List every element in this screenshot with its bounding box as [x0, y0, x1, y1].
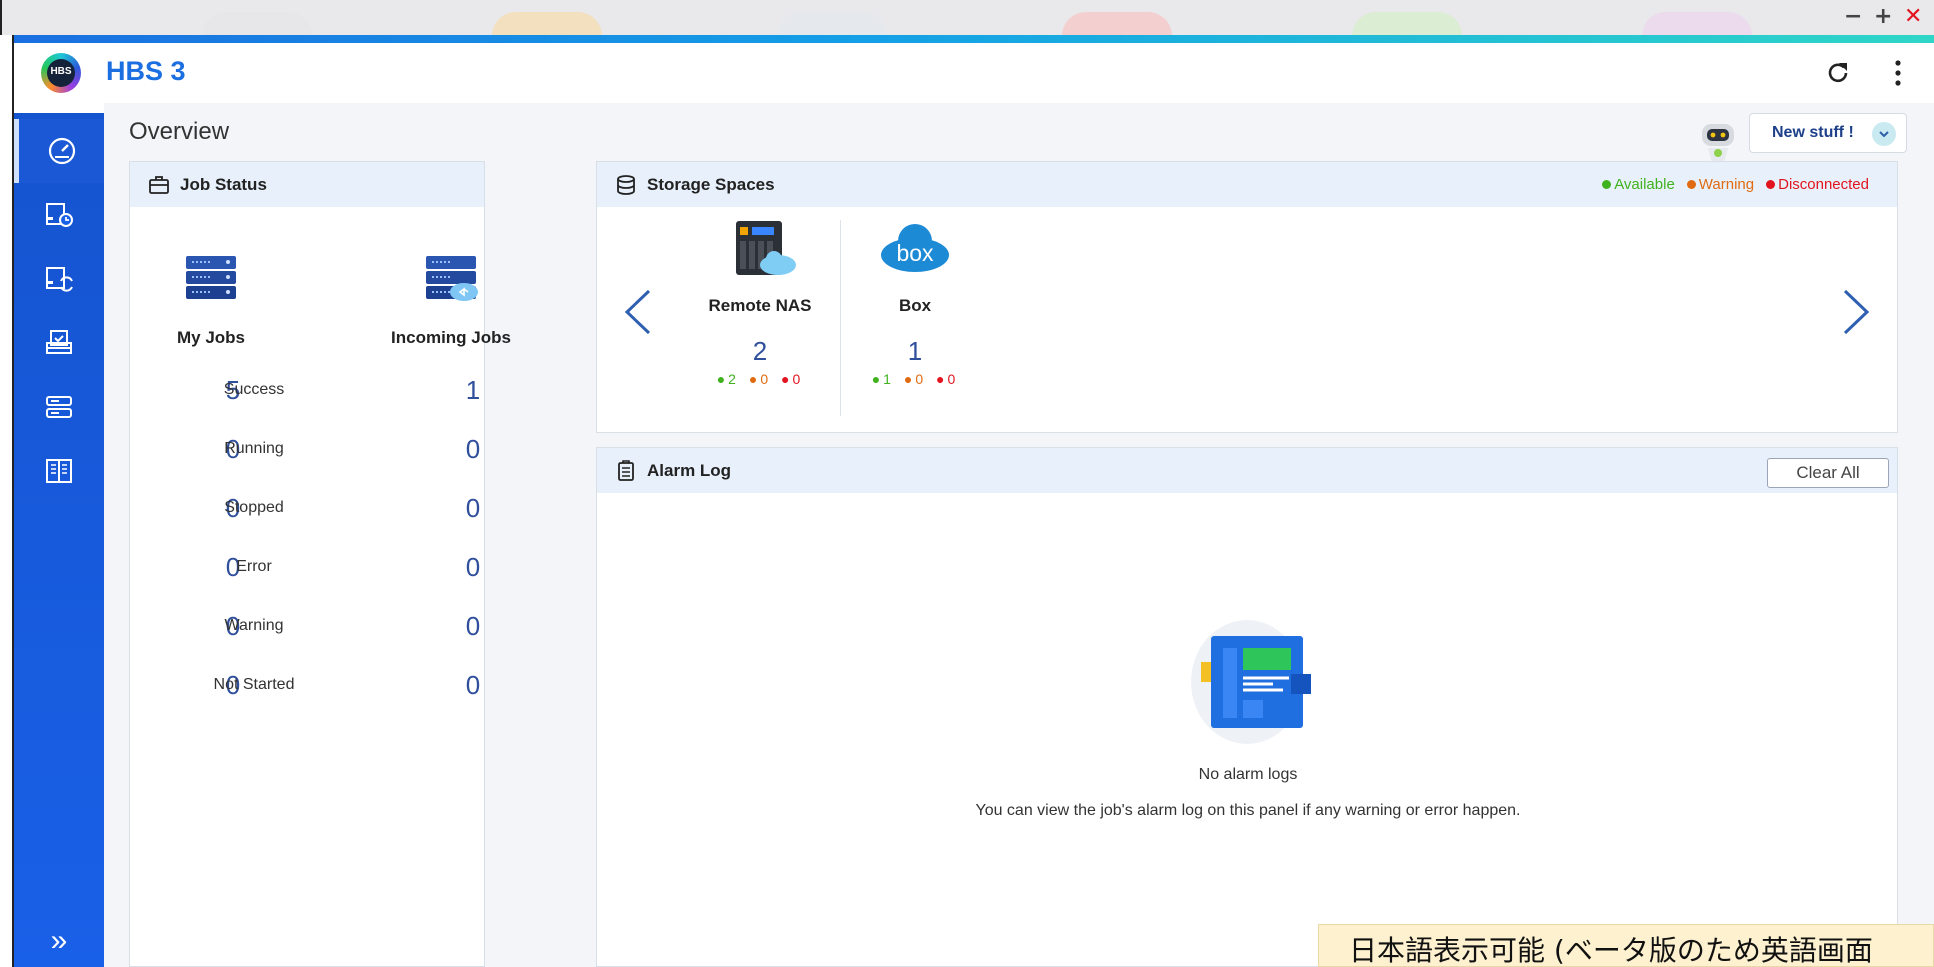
chevron-left-icon: [624, 289, 651, 335]
incoming-jobs-server-icon: [426, 256, 478, 301]
incoming-jobs-stopped-count[interactable]: 0: [443, 493, 503, 524]
page-title: Overview: [129, 118, 230, 145]
app-logo: HBS: [41, 53, 81, 93]
svg-text:box: box: [896, 240, 934, 266]
incoming-jobs-not-started-count[interactable]: 0: [443, 670, 503, 701]
storage-name-box: Box: [898, 296, 932, 315]
window-accent-bar: [12, 35, 1934, 43]
my-jobs-server-icon: [186, 256, 236, 299]
sidebar-item-backup[interactable]: [14, 183, 104, 247]
alarm-log-description: You can view the job's alarm log on this…: [975, 802, 1521, 819]
storage-prev-button[interactable]: [623, 285, 653, 345]
robot-mascot-icon: [1702, 124, 1734, 162]
more-vert-icon: [1895, 60, 1901, 86]
job-label-warning: Warning: [224, 617, 284, 634]
incoming-jobs-title: Incoming Jobs: [391, 328, 511, 347]
job-status-title: Job Status: [180, 174, 267, 194]
refresh-icon: [1828, 63, 1848, 83]
legend-warning: Warning: [1698, 176, 1755, 193]
new-stuff-button[interactable]: New stuff !: [1749, 113, 1907, 153]
job-row: 0 Not Started 0: [130, 662, 580, 712]
storage-spaces-header: Storage Spaces Available Warning Disconn…: [597, 162, 1897, 207]
storage-count-box: 1: [907, 336, 923, 366]
sidebar-item-restore[interactable]: [14, 311, 104, 375]
storage-stat-box: ● 1 ● 0 ● 0: [871, 371, 956, 387]
sync-icon: [46, 267, 73, 292]
alarm-log-card: Alarm Log Clear All No alarm logs You ca…: [596, 447, 1898, 967]
storage-icon: [46, 396, 72, 418]
legend-disconnected: Disconnected: [1778, 176, 1869, 193]
storage-spaces-card: Storage Spaces Available Warning Disconn…: [596, 161, 1898, 433]
storage-name-remote-nas: Remote NAS: [708, 296, 812, 315]
incoming-jobs-running-count[interactable]: 0: [443, 434, 503, 465]
window-titlebar: − + ✕: [0, 0, 1934, 36]
app-window: − + ✕ HBS HBS 3 » Overview New stuff ! J…: [0, 0, 1934, 967]
storage-item-box[interactable]: box Box 1 ● 1 ● 0 ● 0: [835, 217, 995, 387]
sidebar-item-overview[interactable]: [14, 119, 104, 183]
alarm-log-title: Alarm Log: [647, 460, 732, 480]
briefcase-icon: [149, 175, 169, 194]
app-header: HBS HBS 3: [14, 43, 1934, 103]
sidebar: »: [14, 113, 104, 967]
storage-stat-remote-nas: ● 2 ● 0 ● 0: [716, 371, 801, 387]
storage-legend: Available Warning Disconnected: [1602, 176, 1869, 193]
overview-icon: [48, 137, 75, 165]
job-label-stopped: Stopped: [224, 499, 284, 516]
incoming-jobs-warning-count[interactable]: 0: [443, 611, 503, 642]
job-row: 5 Success 1: [130, 367, 580, 417]
logs-icon: [46, 459, 72, 483]
backup-icon: [46, 203, 73, 227]
sidebar-item-sync[interactable]: [14, 247, 104, 311]
refresh-button[interactable]: [1820, 55, 1856, 91]
new-stuff-label: New stuff !: [1772, 124, 1854, 141]
job-label-success: Success: [223, 381, 285, 398]
job-status-card: Job Status My Jobs Incoming Jobs 5 Succe…: [129, 161, 511, 967]
chevron-down-icon: [1872, 122, 1896, 146]
storage-spaces-title: Storage Spaces: [647, 174, 775, 194]
storage-next-button[interactable]: [1841, 285, 1871, 345]
storage-count-remote-nas: 2: [752, 336, 768, 366]
restore-icon: [46, 330, 72, 354]
job-row: 0 Warning 0: [130, 603, 580, 653]
job-row: 0 Stopped 0: [130, 485, 580, 535]
job-row: 0 Running 0: [130, 426, 580, 476]
box-cloud-icon: box: [881, 224, 949, 272]
app-title: HBS 3: [106, 56, 186, 86]
window-close-button[interactable]: ✕: [1904, 6, 1922, 28]
database-icon: [617, 174, 635, 195]
more-menu-button[interactable]: [1880, 55, 1916, 91]
incoming-jobs-success-count[interactable]: 1: [443, 375, 503, 406]
job-label-running: Running: [224, 440, 284, 457]
clear-all-button[interactable]: Clear All: [1767, 458, 1889, 488]
job-label-not-started: Not Started: [213, 676, 295, 693]
chevron-right-icon: [1843, 289, 1870, 335]
incoming-jobs-error-count[interactable]: 0: [443, 552, 503, 583]
window-maximize-button[interactable]: +: [1874, 6, 1892, 28]
job-status-header: Job Status: [130, 162, 484, 207]
sidebar-item-logs[interactable]: [14, 439, 104, 503]
japanese-note-banner: 日本語表示可能 (ベータ版のため英語画面: [1318, 924, 1934, 967]
sidebar-expand-button[interactable]: »: [14, 921, 104, 961]
main-content: Overview New stuff ! Job Status My Jobs …: [104, 103, 1934, 967]
storage-item-remote-nas[interactable]: Remote NAS 2 ● 2 ● 0 ● 0: [680, 217, 840, 387]
alarm-log-header: Alarm Log Clear All: [597, 448, 1897, 493]
window-minimize-button[interactable]: −: [1844, 6, 1862, 28]
sidebar-item-storage[interactable]: [14, 375, 104, 439]
my-jobs-title: My Jobs: [176, 328, 246, 347]
nas-icon: [736, 221, 796, 275]
empty-log-illustration-icon: [1191, 620, 1311, 744]
clipboard-icon: [618, 459, 634, 481]
job-row: 0 Error 0: [130, 544, 580, 594]
legend-available: Available: [1614, 176, 1675, 193]
job-label-error: Error: [236, 558, 272, 575]
no-alarm-logs-text: No alarm logs: [1198, 766, 1298, 783]
